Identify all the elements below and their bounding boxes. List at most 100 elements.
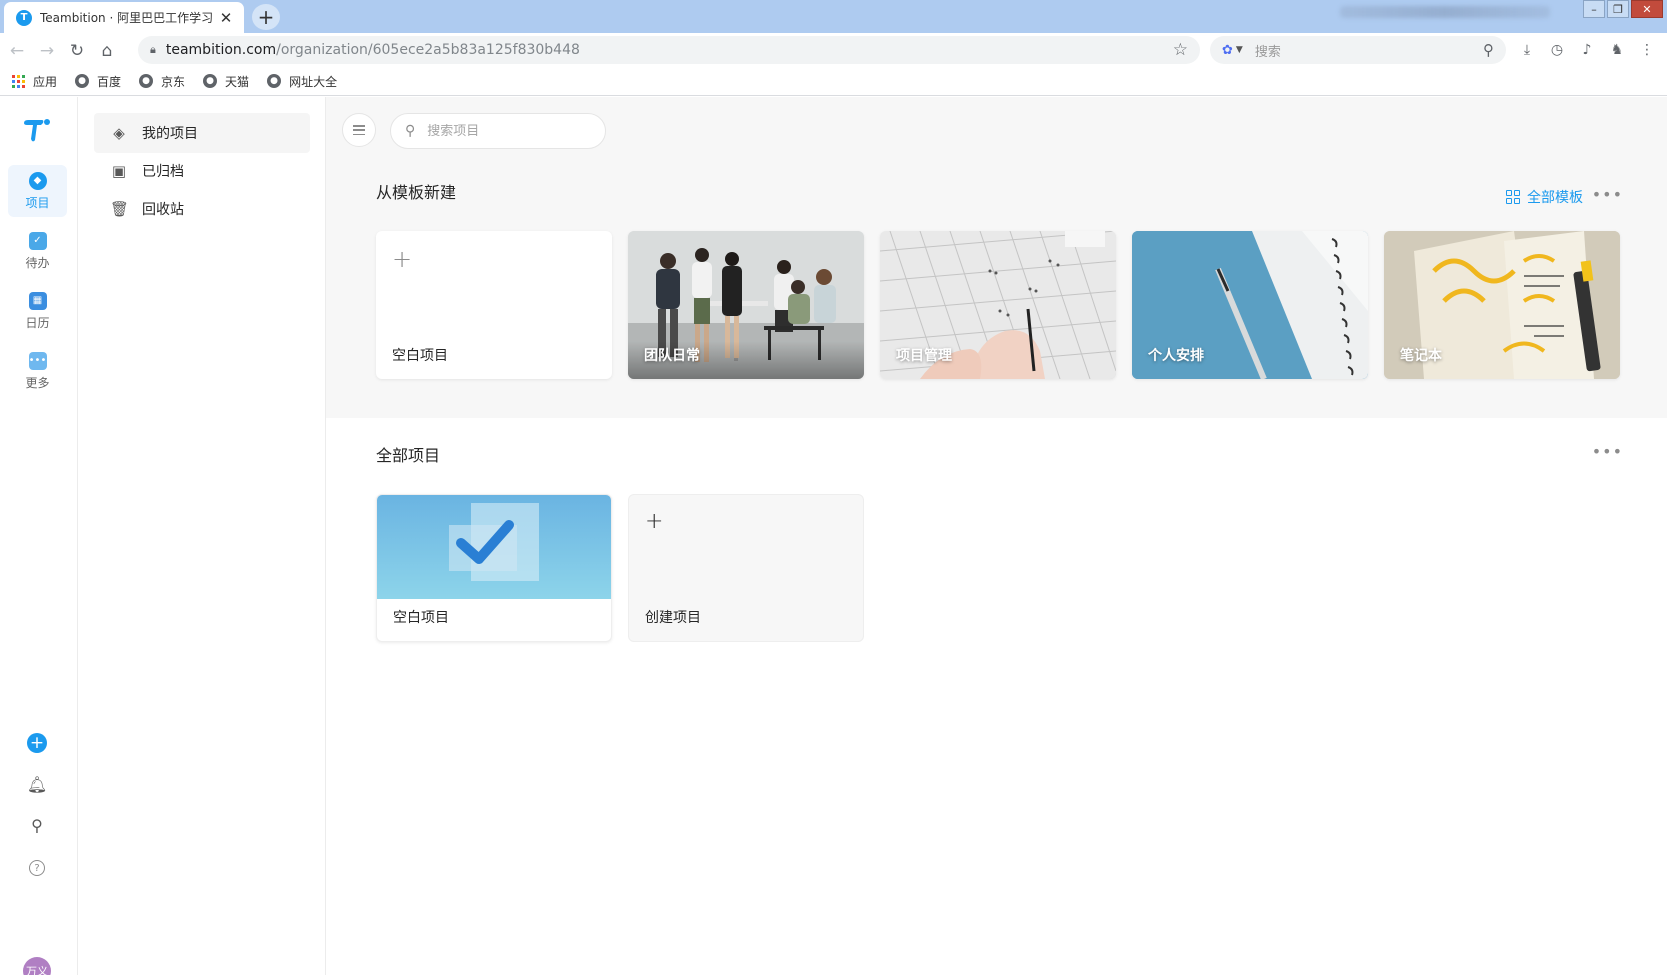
templates-more-icon[interactable]: ••• [1592, 185, 1623, 204]
nav-item-label: 我的项目 [142, 126, 198, 142]
globe-icon: ● [75, 74, 90, 88]
teambition-favicon-icon: T [16, 9, 32, 26]
main-content: ⚲ 从模板新建 全部模板 ••• + 空白项目 [326, 97, 1667, 975]
search-icon: ⚲ [405, 123, 416, 139]
all-templates-link[interactable]: 全部模板 [1506, 187, 1583, 207]
bookmark-star-icon[interactable]: ☆ [1173, 40, 1188, 60]
lock-icon: 🔒︎ [150, 43, 156, 56]
project-nav: ◈ 我的项目 ▣ 已归档 🗑︎ 回收站 [78, 97, 326, 975]
reload-icon[interactable]: ↻ [66, 40, 88, 62]
bell-icon[interactable]: 🔔︎ [26, 773, 48, 795]
teambition-logo-icon[interactable] [22, 117, 52, 143]
template-label: 项目管理 [896, 348, 952, 364]
project-search: ⚲ [390, 113, 606, 149]
bookmark-jd[interactable]: ● 京东 [139, 73, 185, 90]
browser-tabstrip: T Teambition · 阿里巴巴工作学习 ✕ + – ❐ ✕ [0, 0, 1667, 33]
template-card-personal[interactable]: 个人安排 [1132, 231, 1368, 379]
app-rail: ◆ 项目 ✓ 待办 ▦ 日历 ••• 更多 + 🔔︎ ⚲ ? 万义 [0, 97, 78, 975]
nav-item-archived[interactable]: ▣ 已归档 [94, 151, 310, 191]
home-icon[interactable]: ⌂ [96, 40, 118, 62]
bookmark-hao123[interactable]: ● 网址大全 [267, 73, 337, 90]
bookmarks-bar: 应用 ● 百度 ● 京东 ● 天猫 ● 网址大全 [0, 67, 1667, 96]
back-arrow-icon[interactable]: ← [6, 40, 28, 62]
rail-item-projects[interactable]: ◆ 项目 [8, 165, 67, 217]
browser-search-box[interactable]: ✿ ▼ 搜索 ⚲ [1210, 36, 1506, 64]
baidu-paw-icon[interactable]: ✿ [1222, 43, 1233, 58]
globe-icon: ● [203, 74, 218, 88]
rail-item-more[interactable]: ••• 更多 [8, 345, 67, 397]
template-card-notebook[interactable]: 笔记本 [1384, 231, 1620, 379]
project-cube-icon: ◆ [28, 171, 47, 190]
project-label: 空白项目 [393, 610, 449, 626]
search-icon[interactable]: ⚲ [1483, 41, 1494, 59]
projects-more-icon[interactable]: ••• [1592, 442, 1623, 461]
globe-icon: ● [139, 74, 154, 88]
avatar[interactable]: 万义 [23, 957, 51, 975]
nav-item-trash[interactable]: 🗑︎ 回收站 [94, 189, 310, 229]
bookmark-label: 网址大全 [289, 74, 338, 89]
browser-tab[interactable]: T Teambition · 阿里巴巴工作学习 ✕ [4, 2, 244, 33]
search-icon[interactable]: ⚲ [26, 814, 48, 836]
todo-clipboard-icon: ✓ [28, 231, 47, 250]
plus-icon: + [392, 245, 413, 273]
nav-item-label: 回收站 [142, 202, 184, 218]
templates-title: 从模板新建 [376, 183, 457, 202]
template-label: 空白项目 [392, 348, 448, 364]
tab-close-icon[interactable]: ✕ [218, 9, 234, 27]
archive-box-icon: ▣ [111, 162, 127, 180]
bookmark-baidu[interactable]: ● 百度 [75, 73, 121, 90]
bookmark-apps[interactable]: 应用 [12, 73, 57, 90]
help-icon[interactable]: ? [29, 860, 45, 876]
history-clock-icon[interactable]: ◷ [1548, 42, 1566, 58]
browser-toolbar: ← → ↻ ⌂ 🔒︎ teambition.com /organization/… [0, 33, 1667, 67]
chevron-down-icon[interactable]: ▼ [1236, 45, 1243, 55]
hamburger-icon [353, 125, 365, 135]
teambition-app: ◆ 项目 ✓ 待办 ▦ 日历 ••• 更多 + 🔔︎ ⚲ ? 万义 ◈ 我的项目… [0, 97, 1667, 975]
template-card-project-management[interactable]: 项目管理 [880, 231, 1116, 379]
rail-item-calendar[interactable]: ▦ 日历 [8, 285, 67, 337]
all-templates-label: 全部模板 [1527, 190, 1583, 206]
bookmark-label: 应用 [33, 74, 58, 89]
projects-title: 全部项目 [376, 446, 441, 465]
menu-toggle-button[interactable] [342, 113, 376, 147]
url-path: /organization/605ece2a5b83a125f830b448 [276, 42, 580, 58]
layers-icon: ◈ [113, 124, 125, 142]
window-close-icon[interactable]: ✕ [1631, 0, 1663, 18]
create-project-card[interactable]: + 创建项目 [628, 494, 864, 642]
rail-item-label: 日历 [25, 315, 50, 330]
incognito-icon[interactable]: ♞ [1608, 42, 1626, 58]
rail-item-label: 项目 [25, 195, 50, 210]
url-host: teambition.com [165, 42, 277, 58]
rail-item-label: 待办 [25, 255, 50, 270]
kebab-menu-icon[interactable]: ⋮ [1638, 42, 1656, 58]
bookmark-label: 京东 [161, 74, 186, 89]
template-card-blank[interactable]: + 空白项目 [376, 231, 612, 379]
project-card-blank[interactable]: 空白项目 [376, 494, 612, 642]
template-label: 团队日常 [644, 348, 700, 364]
rail-item-todo[interactable]: ✓ 待办 [8, 225, 67, 277]
checkmark-cover-icon [449, 503, 539, 581]
tab-title: Teambition · 阿里巴巴工作学习 [40, 11, 212, 25]
blurred-area [1340, 6, 1550, 18]
project-label: 创建项目 [645, 610, 701, 626]
globe-icon: ● [267, 74, 282, 88]
minimize-icon[interactable]: – [1583, 0, 1605, 18]
grid-icon [1506, 190, 1520, 204]
more-apps-icon: ••• [28, 351, 47, 370]
project-search-input[interactable] [427, 123, 568, 139]
template-label: 个人安排 [1148, 348, 1204, 364]
calendar-icon: ▦ [28, 291, 47, 310]
new-tab-button[interactable]: + [252, 4, 280, 30]
volume-icon[interactable]: ♪ [1578, 42, 1596, 58]
trash-icon: 🗑︎ [110, 200, 130, 218]
nav-item-my-projects[interactable]: ◈ 我的项目 [94, 113, 310, 153]
add-icon[interactable]: + [27, 733, 47, 753]
download-icon[interactable]: ⤓ [1518, 42, 1536, 58]
forward-arrow-icon[interactable]: → [36, 40, 58, 62]
address-bar[interactable]: 🔒︎ teambition.com /organization/605ece2a… [138, 36, 1200, 64]
template-card-team-daily[interactable]: 团队日常 [628, 231, 864, 379]
bookmark-tmall[interactable]: ● 天猫 [203, 73, 249, 90]
bookmark-label: 百度 [97, 74, 122, 89]
plus-icon: + [645, 509, 664, 534]
restore-icon[interactable]: ❐ [1607, 0, 1629, 18]
